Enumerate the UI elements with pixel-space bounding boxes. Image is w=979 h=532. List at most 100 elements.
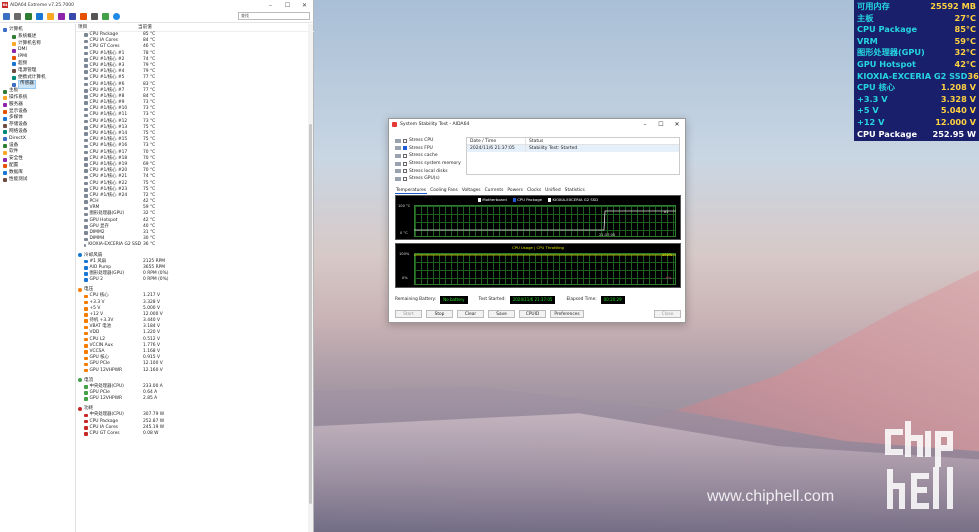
tab-voltages[interactable]: Voltages (461, 188, 482, 194)
start-button[interactable]: Start (395, 310, 422, 318)
stress-option[interactable]: Stress system memory (395, 160, 463, 168)
stress-label: Stress CPU (409, 138, 434, 144)
sensor-icon (84, 194, 88, 198)
cpuid-icon[interactable] (91, 12, 98, 20)
search-input[interactable]: 查找 (238, 12, 310, 20)
save-button[interactable]: Save (488, 310, 515, 318)
stress-checkbox[interactable] (403, 146, 407, 151)
vertical-scrollbar[interactable] (308, 24, 313, 532)
sensor-row[interactable]: GPU 2 0 RPM (0%) (76, 277, 314, 283)
stress-checkbox[interactable] (403, 138, 407, 143)
osd-label: GPU Hotspot (857, 58, 916, 69)
tree-item-label: 存储设备 (9, 122, 28, 128)
tree-item-icon (3, 116, 7, 121)
osd-value: 252.95 W (932, 128, 976, 139)
sensor-icon[interactable] (69, 12, 76, 20)
stop-button[interactable]: Stop (426, 310, 453, 318)
stress-checkbox[interactable] (403, 153, 407, 158)
tools-icon[interactable] (47, 12, 54, 20)
legend-ssd[interactable]: KIOXIA-EXCERIA G2 SSD (547, 197, 598, 202)
close-icon[interactable]: ✕ (669, 121, 685, 128)
tree-item[interactable]: 数据库 (0, 170, 75, 177)
maximize-icon[interactable]: ☐ (279, 2, 296, 9)
stress-option[interactable]: Stress cache (395, 152, 463, 160)
stress-option[interactable]: Stress GPU(s) (395, 175, 463, 183)
search-icon[interactable] (113, 12, 120, 20)
benchmark-icon[interactable] (58, 12, 65, 20)
scroll-thumb[interactable] (309, 124, 312, 504)
osd-row: CPU Package 252.95 W (857, 129, 976, 141)
col-value-header[interactable]: 当前值 (138, 24, 152, 31)
sensor-icon (84, 344, 88, 348)
test-started-value: 2024/11/6 21:37:05 (509, 295, 556, 304)
stress-checkbox[interactable] (403, 161, 407, 166)
close-button[interactable]: Close (654, 310, 681, 318)
tab-clocks[interactable]: Clocks (526, 188, 542, 194)
close-icon[interactable]: ✕ (296, 2, 313, 9)
stress-option[interactable]: Stress local disks (395, 167, 463, 175)
tree-item[interactable]: 配置 (0, 163, 75, 170)
tree-item-icon (3, 130, 7, 135)
tree-item[interactable]: 性能测试 (0, 177, 75, 184)
sensor-row[interactable]: GPU 12VHPWR 12.160 V (76, 368, 314, 374)
log-row[interactable]: 2024/11/6 21:37:05 Stability Test: Start… (467, 145, 679, 152)
report-icon[interactable] (14, 12, 21, 20)
sensor-value: 0 RPM (0%) (143, 277, 169, 283)
tree-item[interactable]: IPMI (0, 54, 75, 61)
tree-item[interactable]: 计算机名称 (0, 41, 75, 48)
tree-item[interactable]: 网络设备 (0, 129, 75, 136)
minimize-icon[interactable]: – (262, 2, 279, 9)
stress-option[interactable]: Stress CPU (395, 137, 463, 145)
tree-item[interactable]: 主板 (0, 88, 75, 95)
computer-icon[interactable] (36, 12, 43, 20)
sensor-osd-panel: 可用内存 25592 MB 主板 27°C CPU Package 85°C VRM 59°C… (854, 0, 979, 141)
tab-powers[interactable]: Powers (506, 188, 524, 194)
clear-button[interactable]: Clear (457, 310, 484, 318)
osd-value: 59°C (954, 35, 977, 46)
stress-checkbox[interactable] (403, 169, 407, 174)
device-icon (395, 138, 401, 143)
sensor-section-header: 冷却风扇 (76, 252, 314, 259)
tab-currents[interactable]: Currents (484, 188, 505, 194)
col-item-header[interactable]: 项目 (76, 24, 138, 31)
tree-item-icon (12, 69, 16, 74)
sensor-icon (84, 300, 88, 305)
tree-item[interactable]: 存储设备 (0, 122, 75, 129)
refresh-icon[interactable] (3, 12, 10, 20)
sensor-icon (84, 107, 88, 112)
download-icon[interactable] (102, 12, 109, 20)
tree-item[interactable]: 超频 (0, 61, 75, 68)
sensor-row[interactable]: CPU GT Cores 0.08 W (76, 431, 314, 437)
preferences-button[interactable]: Preferences (550, 310, 584, 318)
maximize-icon[interactable]: ☐ (653, 121, 669, 128)
sensor-row[interactable]: GPU 12VHPWR 2.85 A (76, 396, 314, 402)
tree-item[interactable]: 操作系统 (0, 95, 75, 102)
tree-item[interactable]: DMI (0, 47, 75, 54)
tree-item[interactable]: 便携式计算机 (0, 75, 75, 82)
tab-statistics[interactable]: Statistics (564, 188, 586, 194)
tree-item[interactable]: DirectX (0, 136, 75, 143)
memory-icon[interactable] (25, 12, 32, 20)
legend-cpu-package[interactable]: CPU Package (512, 197, 542, 202)
temp-y-top: 100 °C (398, 204, 411, 208)
sensor-row[interactable]: KIOXIA-EXCERIA G2 SSD 36 °C (76, 242, 314, 248)
monitor-icon[interactable] (80, 12, 87, 20)
tree-item[interactable]: 计算机 (0, 27, 75, 34)
sensor-icon (84, 356, 88, 361)
osd-row: +3.3 V 3.328 V (857, 94, 976, 106)
tree-item[interactable]: 系统概述 (0, 34, 75, 41)
tree-item[interactable]: 安全性 (0, 156, 75, 163)
cpuid-button[interactable]: CPUID (519, 310, 546, 318)
sensor-icon (84, 51, 88, 56)
temp-y-bottom: 0 °C (400, 231, 408, 235)
tree-item[interactable]: 电源管理 (0, 68, 75, 75)
minimize-icon[interactable]: – (637, 121, 653, 128)
tab-temperatures[interactable]: Temperatures (395, 188, 428, 194)
stress-option[interactable]: Stress FPU (395, 145, 463, 153)
tree-item[interactable]: 服务器 (0, 102, 75, 109)
stress-checkbox[interactable] (403, 176, 407, 181)
tab-cooling-fans[interactable]: Cooling Fans (429, 188, 459, 194)
legend-motherboard[interactable]: Motherboard (477, 197, 507, 202)
sensor-icon (84, 144, 88, 149)
tab-unified[interactable]: Unified (544, 188, 561, 194)
